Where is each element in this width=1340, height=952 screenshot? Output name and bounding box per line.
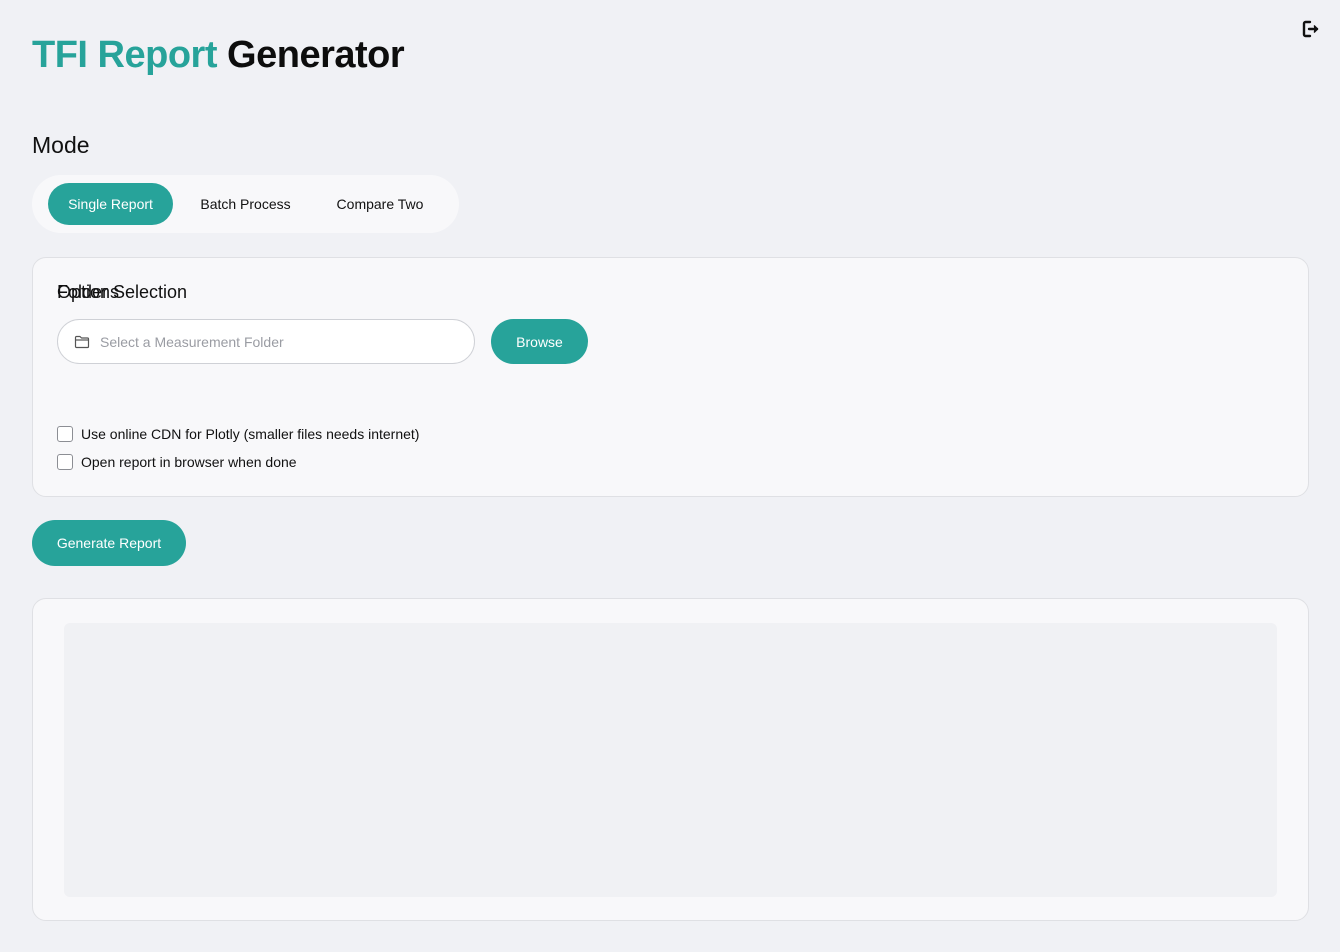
app-window: TFI Report Generator Mode Single Report … bbox=[0, 0, 1340, 952]
browse-button[interactable]: Browse bbox=[491, 319, 588, 364]
mode-selector: Single Report Batch Process Compare Two bbox=[32, 175, 459, 233]
folder-input-wrapper[interactable] bbox=[57, 319, 475, 364]
folder-selection-card: Folder Selection Browse Options Use onli… bbox=[32, 257, 1309, 497]
output-log-area[interactable] bbox=[64, 623, 1277, 897]
online-cdn-checkbox[interactable] bbox=[57, 426, 73, 442]
open-browser-checkbox[interactable] bbox=[57, 454, 73, 470]
option-open-browser[interactable]: Open report in browser when done bbox=[57, 454, 297, 470]
folder-path-input[interactable] bbox=[100, 333, 430, 350]
folder-icon bbox=[74, 335, 90, 348]
title-accent: TFI Report bbox=[32, 34, 217, 76]
generate-report-button[interactable]: Generate Report bbox=[32, 520, 186, 566]
logout-button[interactable] bbox=[1300, 18, 1322, 40]
logout-icon bbox=[1302, 20, 1319, 38]
title-rest: Generator bbox=[227, 34, 405, 76]
open-browser-label: Open report in browser when done bbox=[81, 454, 297, 470]
online-cdn-label: Use online CDN for Plotly (smaller files… bbox=[81, 426, 420, 442]
tab-compare-two[interactable]: Compare Two bbox=[318, 183, 442, 225]
page-title: TFI Report Generator bbox=[32, 30, 405, 80]
option-online-cdn[interactable]: Use online CDN for Plotly (smaller files… bbox=[57, 426, 419, 442]
mode-heading: Mode bbox=[32, 132, 90, 158]
options-heading: Options bbox=[57, 282, 120, 302]
tab-batch-process[interactable]: Batch Process bbox=[173, 183, 318, 225]
output-card bbox=[32, 598, 1309, 921]
tab-single-report[interactable]: Single Report bbox=[48, 183, 173, 225]
